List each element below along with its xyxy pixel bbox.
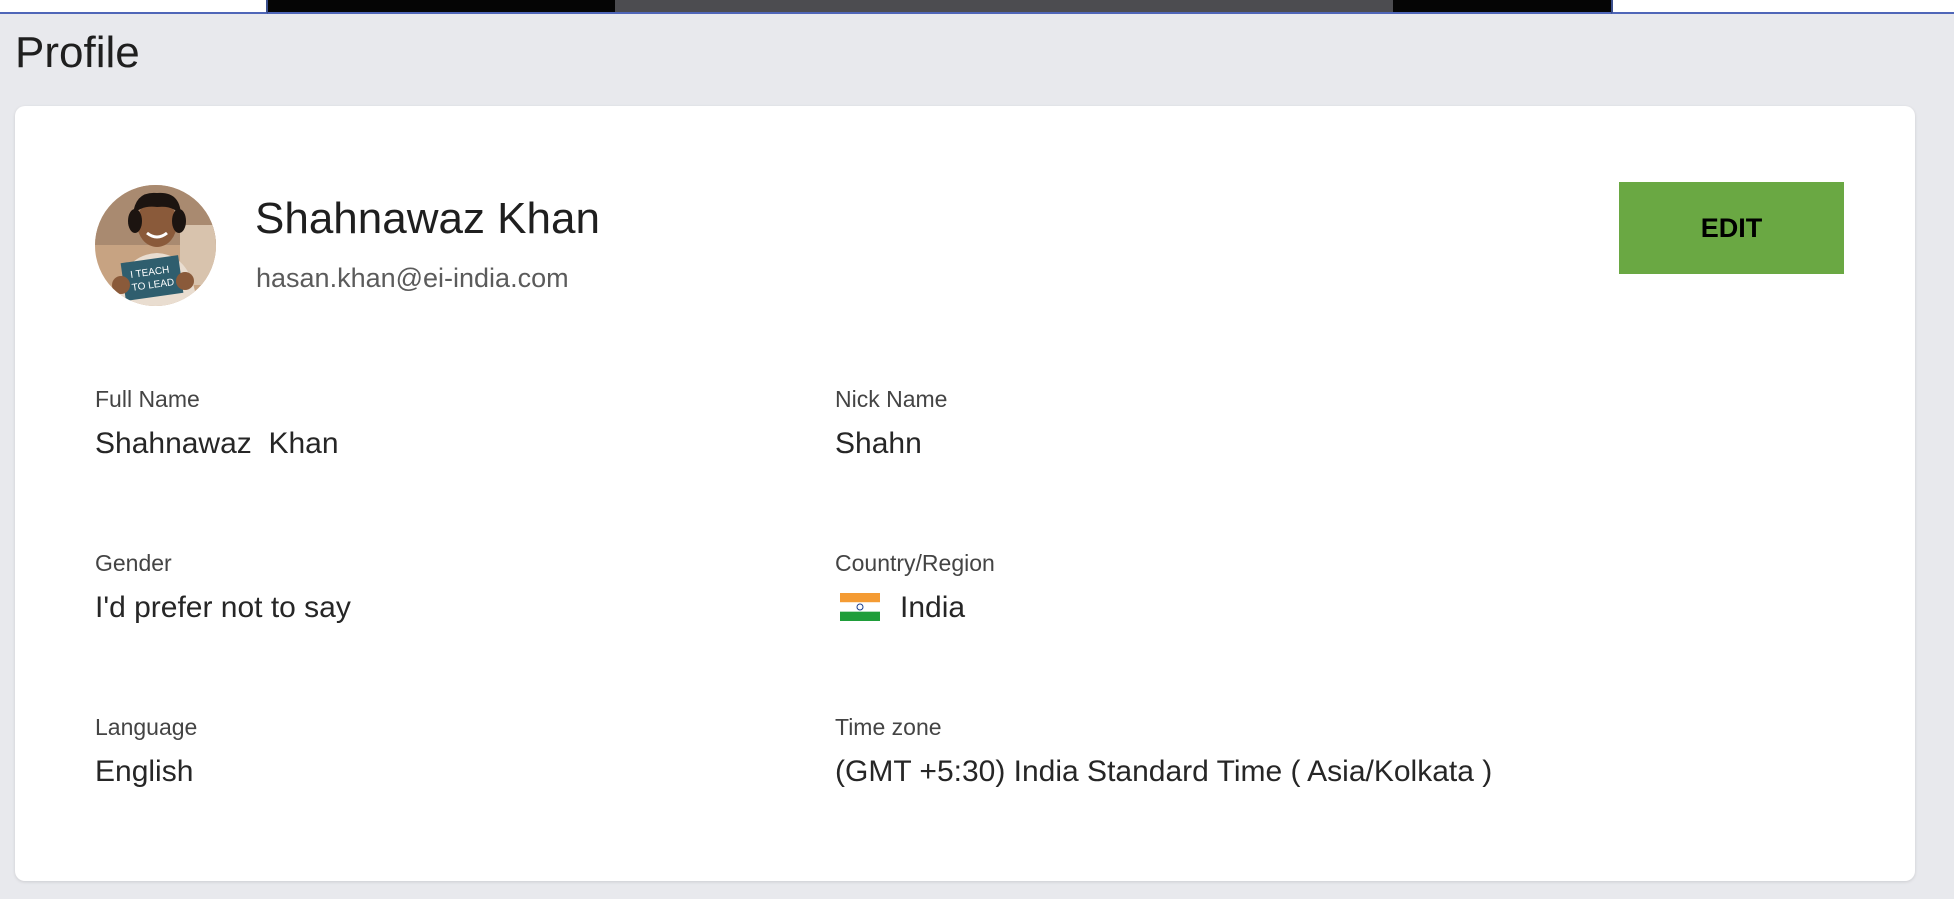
- top-strip-segment: [0, 0, 268, 14]
- country-label: Country/Region: [835, 550, 995, 576]
- country-field: Country/Region India: [835, 550, 995, 625]
- top-strip-segment: [1611, 0, 1954, 14]
- page-title: Profile: [15, 28, 140, 77]
- language-label: Language: [95, 714, 198, 740]
- time-zone-label: Time zone: [835, 714, 942, 740]
- edit-button[interactable]: EDIT: [1619, 182, 1844, 274]
- nick-name-value: Shahn: [835, 427, 922, 460]
- time-zone-field: Time zone (GMT +5:30) India Standard Tim…: [835, 714, 1492, 789]
- profile-card: I TEACH TO LEAD Shahnawaz Khan hasan.kha…: [15, 106, 1915, 881]
- top-strip-segment: [268, 0, 615, 14]
- gender-label: Gender: [95, 550, 172, 576]
- language-value: English: [95, 755, 194, 788]
- avatar[interactable]: I TEACH TO LEAD: [95, 185, 216, 306]
- country-value: India: [900, 591, 966, 624]
- nick-name-label: Nick Name: [835, 386, 948, 412]
- avatar-photo: I TEACH TO LEAD: [95, 185, 216, 306]
- time-zone-value: (GMT +5:30) India Standard Time ( Asia/K…: [835, 755, 1493, 788]
- top-strip-segment: [1393, 0, 1611, 14]
- gender-value: I'd prefer not to say: [95, 591, 351, 624]
- full-name-label: Full Name: [95, 386, 200, 412]
- india-flag-icon: [840, 593, 880, 621]
- top-window-strip: [0, 0, 1954, 14]
- language-field: Language English: [95, 714, 197, 789]
- profile-display-name: Shahnawaz Khan: [255, 194, 600, 243]
- nick-name-field: Nick Name Shahn: [835, 386, 947, 461]
- top-strip-segment: [615, 0, 1393, 14]
- full-name-field: Full Name Shahnawaz Khan: [95, 386, 339, 461]
- profile-email: hasan.khan@ei-india.com: [256, 263, 569, 293]
- full-name-value: Shahnawaz Khan: [95, 427, 339, 460]
- country-value-row: India: [835, 591, 995, 625]
- gender-field: Gender I'd prefer not to say: [95, 550, 351, 625]
